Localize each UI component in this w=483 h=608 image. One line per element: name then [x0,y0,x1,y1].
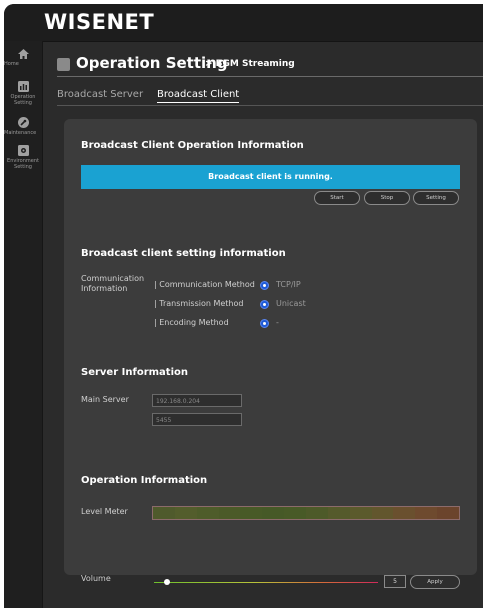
sidebar: Home Operation Setting Maintenance Envir… [4,41,43,608]
settings-panel: Broadcast Client Operation Information B… [64,119,477,589]
level-meter-segment [393,507,416,519]
level-meter-segment [262,507,285,519]
main-server-label: Main Server [81,395,129,404]
transmission-method-radio[interactable] [260,300,269,309]
level-meter-segment [218,507,241,519]
setting-button[interactable]: Setting [413,191,459,205]
level-meter-segment [437,507,460,519]
sidebar-item-label: Environment Setting [7,158,39,170]
level-meter-segment [415,507,438,519]
level-meter-segment [371,507,394,519]
section-title-client-operation: Broadcast Client Operation Information [81,140,304,151]
communication-method-label: | Communication Method [154,280,255,289]
level-meter-segment [284,507,307,519]
encoding-method-label: | Encoding Method [154,318,229,327]
tab-bar: Broadcast Server Broadcast Client [57,89,483,105]
section-title-setting-info: Broadcast client setting information [81,248,286,259]
sidebar-item-label: Operation Setting [10,94,36,106]
operation-setting-icon [17,81,29,92]
level-meter-segment [174,507,197,519]
sidebar-item-home[interactable]: Home [4,49,42,67]
encoding-method-value: - [276,318,279,327]
section-title-operation-info: Operation Information [81,475,208,486]
level-meter-segment [153,507,175,519]
sidebar-item-operation-setting[interactable]: Operation Setting [4,81,42,106]
app-window: WISENET Home Operation Setting Maintenan… [4,4,483,608]
start-button[interactable]: Start [314,191,360,205]
wisenet-logo: WISENET [44,10,155,34]
environment-setting-icon [17,145,29,156]
apply-button[interactable]: Apply [410,575,460,589]
chart-icon [57,58,70,71]
volume-label: Volume [81,574,111,583]
title-divider [57,76,483,77]
section-title-server-info: Server Information [81,367,188,378]
level-meter-segment [349,507,372,519]
communication-method-radio[interactable] [260,281,269,290]
level-meter-label: Level Meter [81,507,128,516]
tab-broadcast-client[interactable]: Broadcast Client [157,89,240,103]
main-content: Operation Setting > BGM Streaming Broadc… [42,41,483,608]
status-banner: Broadcast client is running. [81,165,460,189]
maintenance-icon [17,117,29,128]
communication-method-value: TCP/IP [276,280,301,289]
stop-button[interactable]: Stop [364,191,410,205]
volume-slider-track [154,582,378,583]
communication-information-label: Communication Information [81,274,145,293]
sidebar-item-maintenance[interactable]: Maintenance [4,117,42,136]
level-meter-segment [327,507,350,519]
top-bar: WISENET [4,4,483,42]
level-meter [152,506,460,520]
level-meter-segment [306,507,328,519]
encoding-method-radio[interactable] [260,319,269,328]
breadcrumb: > BGM Streaming [205,59,295,69]
tabs-divider [57,105,483,106]
level-meter-segment [240,507,263,519]
server-ip-field[interactable]: 192.168.0.204 [152,394,242,407]
volume-value-field[interactable]: 5 [384,575,406,588]
sidebar-item-label: Maintenance [4,130,37,136]
volume-slider-handle[interactable] [164,579,170,585]
transmission-method-label: | Transmission Method [154,299,244,308]
sidebar-item-environment-setting[interactable]: Environment Setting [4,145,42,170]
server-port-field[interactable]: 5455 [152,413,242,426]
sidebar-item-label: Home [4,61,19,67]
transmission-method-value: Unicast [276,299,306,308]
level-meter-segment [196,507,219,519]
home-icon [17,49,29,59]
tab-broadcast-server[interactable]: Broadcast Server [57,89,143,100]
volume-slider[interactable] [154,579,378,587]
